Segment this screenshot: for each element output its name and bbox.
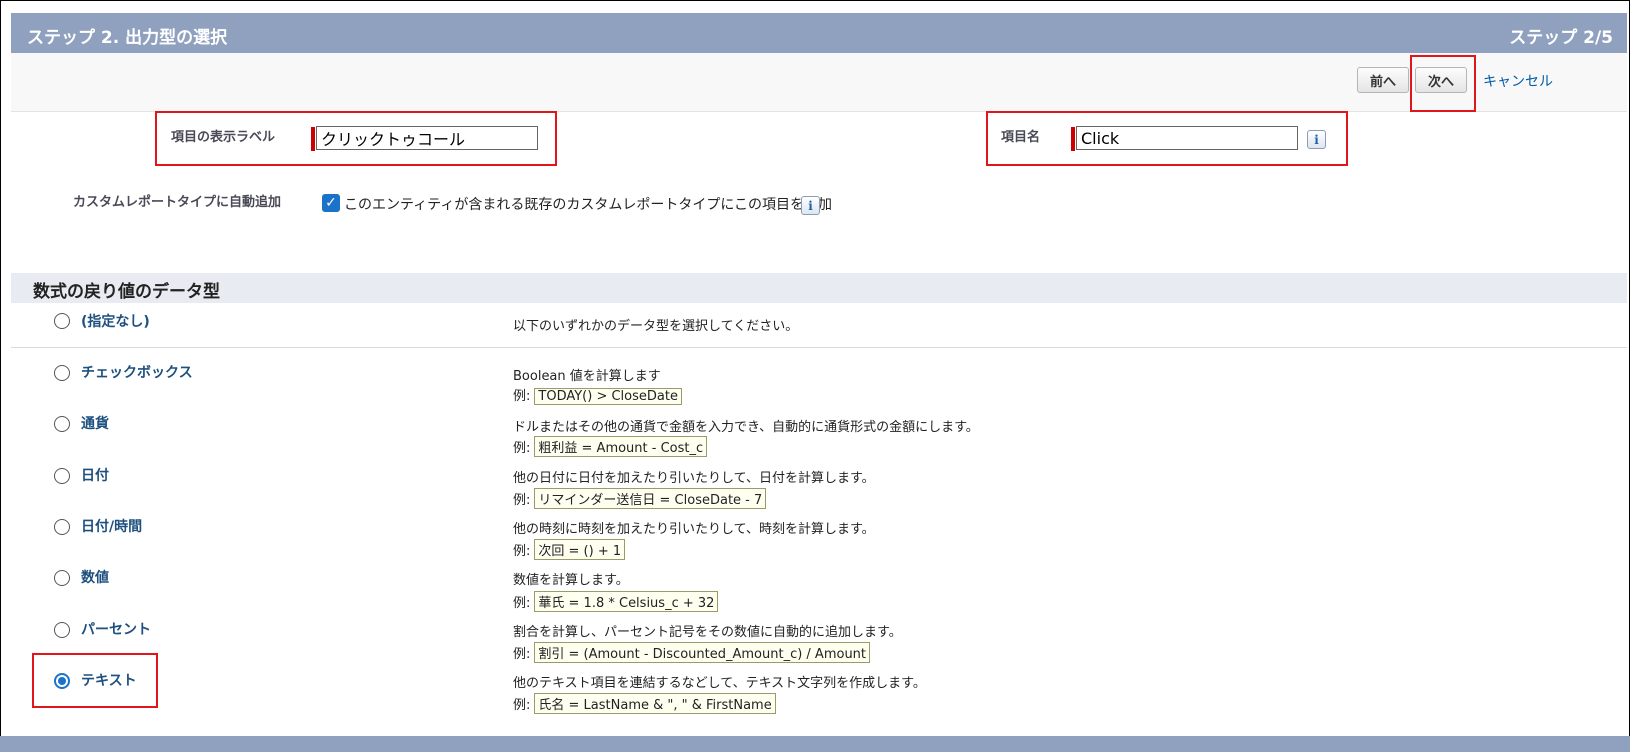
example-code: 割引 = (Amount - Discounted_Amount_c) / Am… [534, 642, 871, 663]
type-description: 他のテキスト項目を連結するなどして、テキスト文字列を作成します。 [513, 676, 926, 691]
info-icon[interactable]: i [1307, 130, 1326, 149]
info-icon[interactable]: i [801, 196, 820, 215]
type-description: 他の時刻に時刻を加えたり引いたりして、時刻を計算します。 [513, 522, 875, 537]
radio-checkbox[interactable] [54, 365, 70, 381]
radio-date[interactable] [54, 468, 70, 484]
wizard-frame: ステップ 2. 出力型の選択 ステップ 2/5 前へ 次へ キャンセル 項目の表… [0, 0, 1630, 752]
type-example: 例: TODAY() > CloseDate [513, 385, 682, 405]
cancel-link[interactable]: キャンセル [1483, 71, 1553, 91]
type-label: テキスト [81, 673, 137, 689]
type-label: パーセント [81, 622, 151, 638]
type-description: 数値を計算します。 [513, 573, 629, 588]
radio-number[interactable] [54, 570, 70, 586]
button-toolbar: 前へ 次へ キャンセル [11, 53, 1627, 112]
required-indicator [311, 127, 315, 151]
type-example: 例: 粗利益 = Amount - Cost_c [513, 436, 708, 457]
type-label: 通貨 [81, 416, 109, 432]
radio-text[interactable] [54, 673, 70, 689]
field-name-input[interactable] [1076, 126, 1298, 150]
radio-percent[interactable] [54, 622, 70, 638]
bottom-bar [0, 736, 1630, 752]
example-code: 華氏 = 1.8 * Celsius_c + 32 [534, 591, 719, 612]
auto-add-checkbox[interactable]: ✓ [322, 194, 340, 212]
example-code: 粗利益 = Amount - Cost_c [534, 436, 708, 457]
required-indicator [1071, 127, 1075, 151]
example-code: TODAY() > CloseDate [534, 388, 682, 405]
type-label: チェックボックス [81, 365, 193, 381]
display-label-input[interactable] [316, 126, 538, 150]
example-code: 次回 = () + 1 [534, 539, 626, 560]
radio-currency[interactable] [54, 416, 70, 432]
prev-button[interactable]: 前へ [1357, 67, 1409, 93]
radio-datetime[interactable] [54, 519, 70, 535]
display-label-label: 項目の表示ラベル [171, 130, 276, 145]
example-code: リマインダー送信日 = CloseDate - 7 [534, 488, 767, 509]
type-label: (指定なし) [81, 314, 150, 330]
page-header: ステップ 2. 出力型の選択 ステップ 2/5 [11, 13, 1627, 53]
step-indicator: ステップ 2/5 [1509, 28, 1613, 48]
type-example: 例: 割引 = (Amount - Discounted_Amount_c) / … [513, 642, 871, 663]
type-description: 以下のいずれかのデータ型を選択してください。 [513, 319, 799, 334]
type-description: ドルまたはその他の通貨で金額を入力でき、自動的に通貨形式の金額にします。 [513, 420, 979, 435]
type-example: 例: リマインダー送信日 = CloseDate - 7 [513, 488, 767, 509]
auto-add-text: このエンティティが含まれる既存のカスタムレポートタイプにこの項目を追加 [344, 197, 833, 213]
type-description: Boolean 値を計算します [513, 369, 661, 384]
type-example: 例: 氏名 = LastName & ", " & FirstName [513, 693, 776, 714]
field-name-label: 項目名 [1001, 130, 1041, 145]
section-header: 数式の戻り値のデータ型 [11, 273, 1627, 303]
type-label: 数値 [81, 570, 109, 586]
divider [11, 347, 1627, 348]
type-label: 日付/時間 [81, 519, 143, 535]
type-description: 他の日付に日付を加えたり引いたりして、日付を計算します。 [513, 471, 875, 486]
type-example: 例: 次回 = () + 1 [513, 539, 626, 560]
type-description: 割合を計算し、パーセント記号をその数値に自動的に追加します。 [513, 625, 902, 640]
auto-add-label: カスタムレポートタイプに自動追加 [73, 195, 282, 210]
next-button[interactable]: 次へ [1415, 67, 1467, 93]
radio-none[interactable] [54, 313, 70, 329]
page-title: ステップ 2. 出力型の選択 [27, 28, 228, 48]
type-example: 例: 華氏 = 1.8 * Celsius_c + 32 [513, 591, 719, 612]
example-code: 氏名 = LastName & ", " & FirstName [534, 693, 776, 714]
type-label: 日付 [81, 468, 109, 484]
section-title: 数式の戻り値のデータ型 [33, 282, 220, 302]
